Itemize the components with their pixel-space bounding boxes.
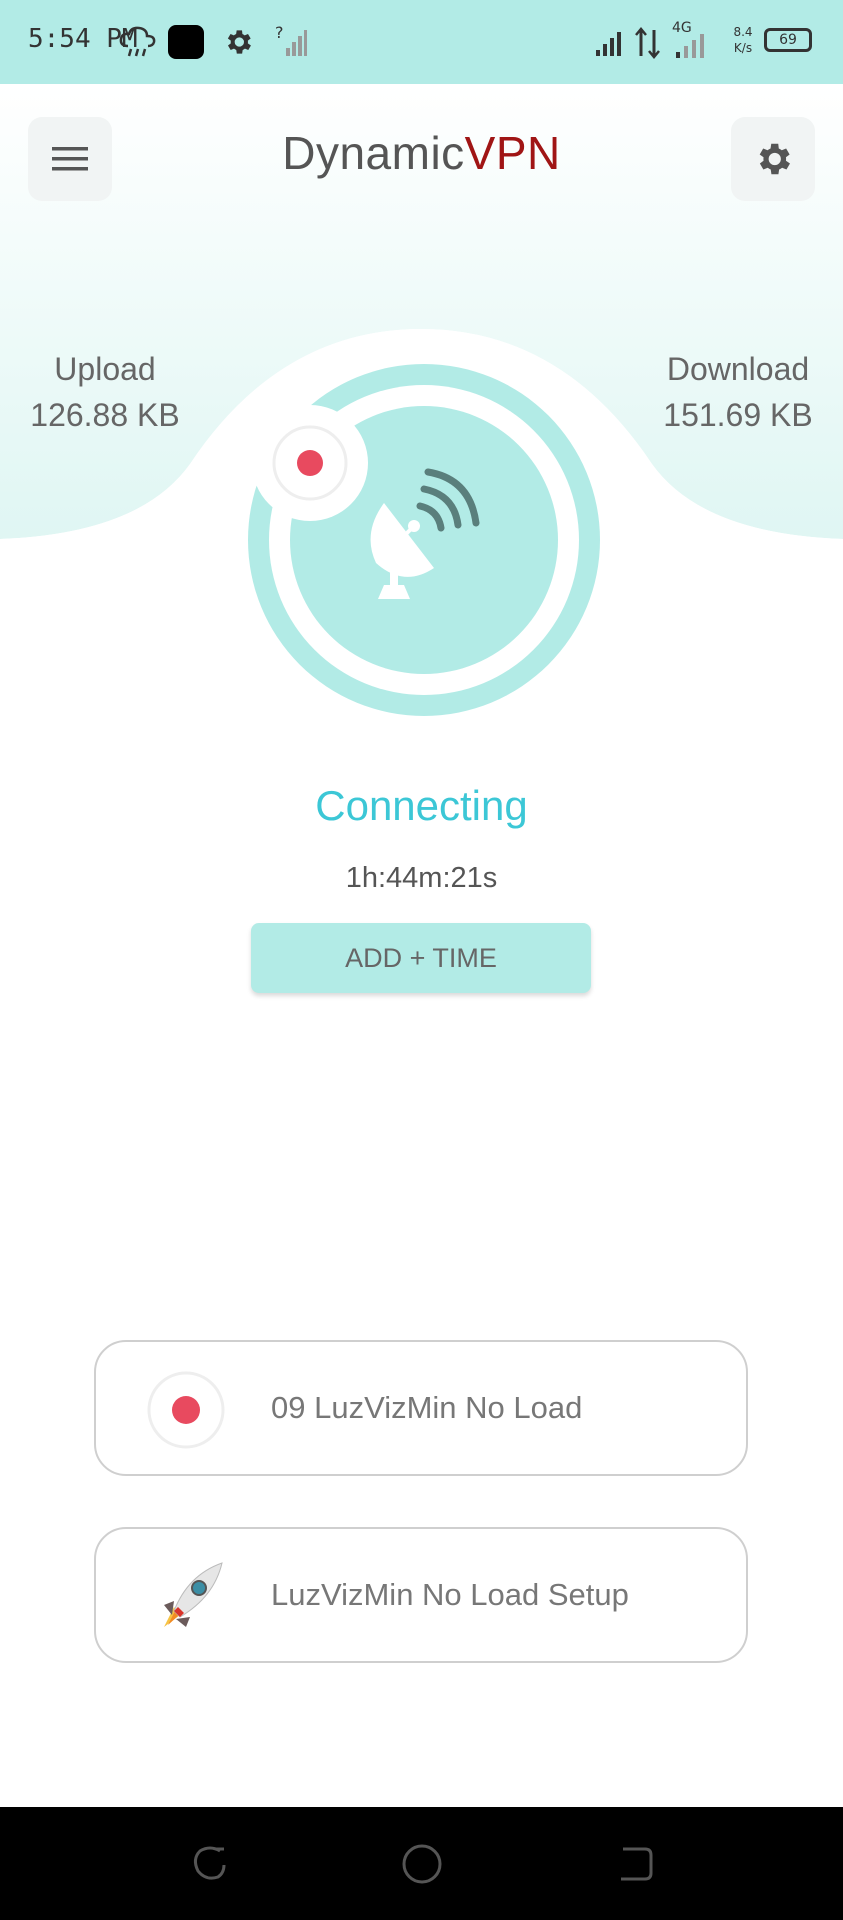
app-title: DynamicVPN	[0, 126, 843, 180]
svg-text:?: ?	[275, 24, 284, 42]
battery-indicator: 69	[764, 28, 812, 52]
mobile-signal-icon	[676, 34, 704, 58]
back-button[interactable]	[605, 1837, 665, 1891]
setup-selector[interactable]: LuzVizMin No Load Setup	[94, 1527, 748, 1663]
app-title-main: Dynamic	[282, 127, 465, 179]
connection-timer: 1h:44m:21s	[345, 862, 498, 894]
weather-rain-icon	[119, 26, 156, 57]
connection-status: Connecting	[315, 782, 528, 829]
server-label: 09 LuzVizMin No Load	[271, 1390, 583, 1425]
connection-indicator	[252, 405, 368, 521]
red-dot-icon	[297, 450, 323, 476]
speed-unit: K/s	[733, 41, 753, 55]
signal-strength-icon	[596, 32, 621, 56]
gear-icon	[759, 143, 790, 175]
server-selector[interactable]: 09 LuzVizMin No Load	[94, 1340, 748, 1476]
speed-value: 8.4	[733, 25, 753, 39]
add-time-button[interactable]: ADD + TIME	[251, 923, 591, 993]
download-label: Download	[666, 351, 810, 387]
app-title-accent: VPN	[464, 127, 561, 179]
setup-label: LuzVizMin No Load Setup	[271, 1577, 629, 1612]
upload-stat: Upload 126.88 KB	[20, 346, 190, 438]
data-transfer-icon	[635, 27, 660, 59]
red-dot-icon	[147, 1371, 225, 1449]
recents-button[interactable]	[180, 1837, 240, 1891]
no-signal-icon: ?	[275, 24, 307, 56]
upload-label: Upload	[54, 351, 156, 387]
settings-button[interactable]	[731, 117, 815, 201]
settings-notification-icon	[227, 30, 251, 54]
download-value: 151.69 KB	[663, 397, 813, 433]
network-speed: 8.4 K/s	[728, 24, 758, 56]
status-bar: 5:54 PM ? 4G 8.4 K/s 69	[0, 0, 843, 84]
upload-value: 126.88 KB	[30, 397, 180, 433]
battery-level: 69	[779, 32, 797, 48]
app-notification-icon	[168, 25, 204, 59]
home-button[interactable]	[392, 1837, 452, 1891]
download-stat: Download 151.69 KB	[653, 346, 823, 438]
rocket-icon	[164, 1562, 223, 1627]
navigation-bar	[0, 1807, 843, 1920]
